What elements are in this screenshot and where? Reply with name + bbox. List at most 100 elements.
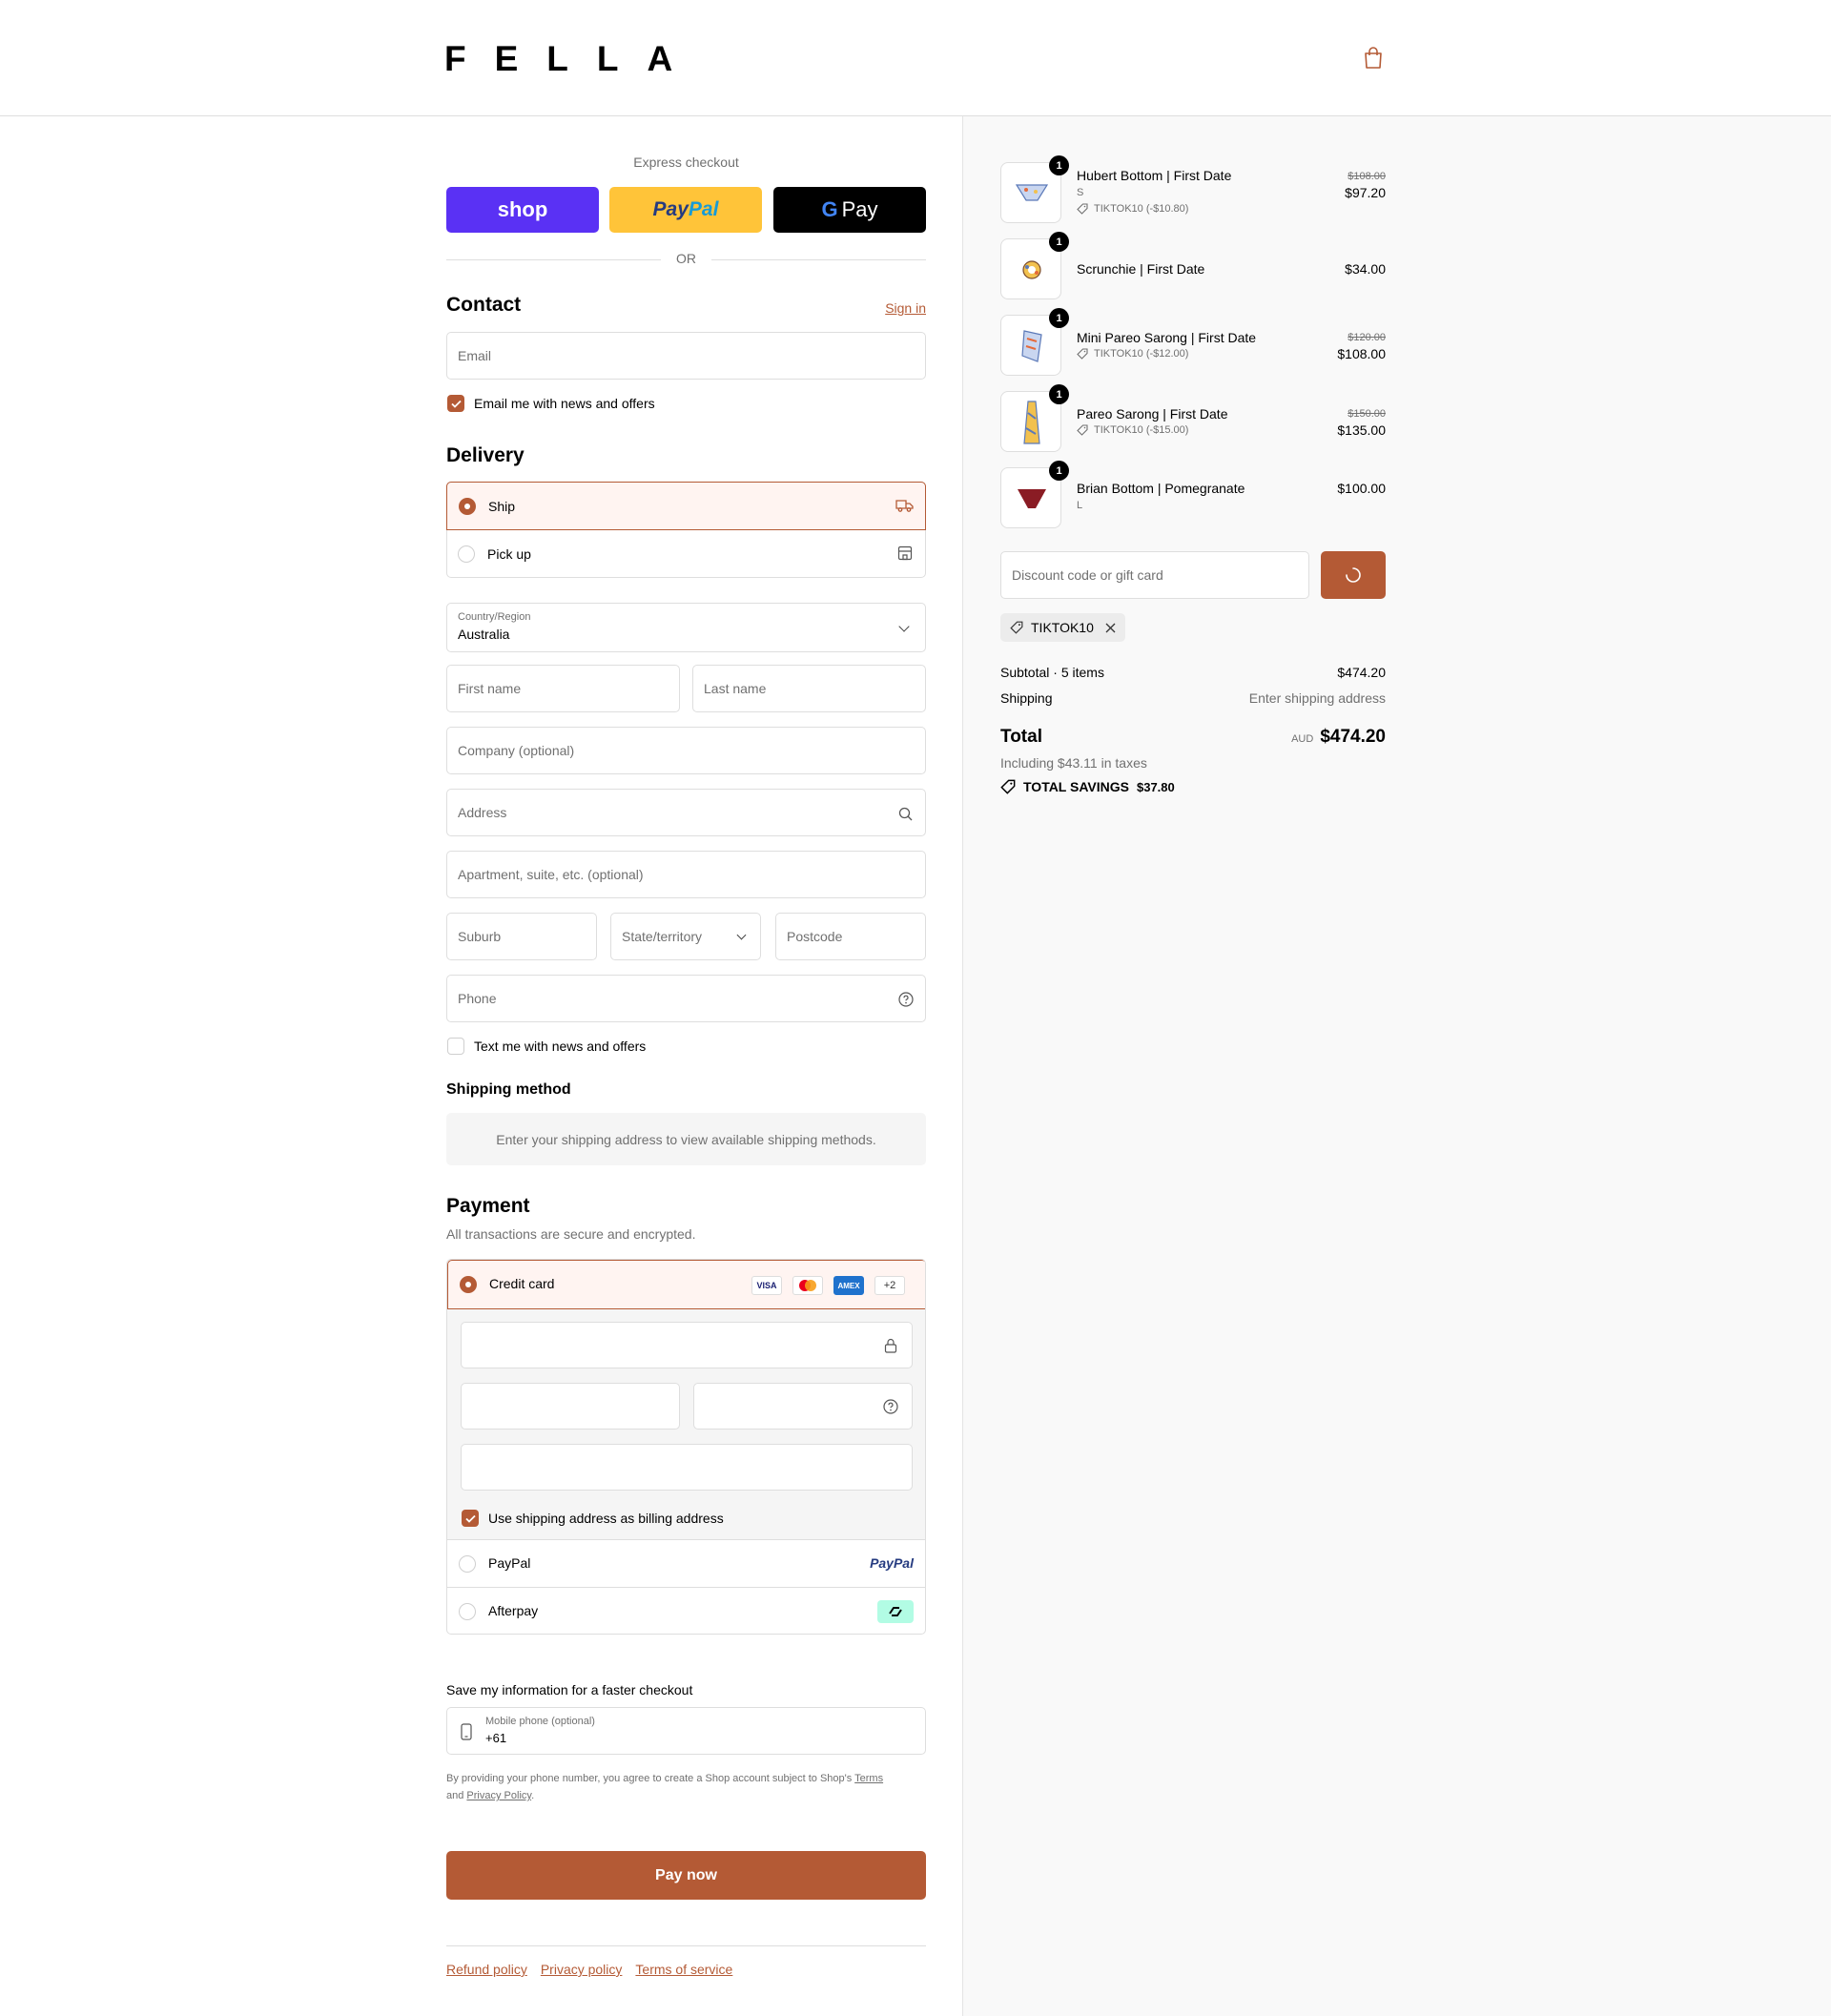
paypal-radio[interactable] [459,1555,476,1573]
apartment-field[interactable]: Apartment, suite, etc. (optional) [446,851,926,898]
payment-methods: Credit card VISA AMEX +2 Use shipping ad… [446,1259,926,1635]
savings-value: $37.80 [1136,779,1175,794]
truck-icon [895,500,914,512]
address-field[interactable]: Address [446,789,926,836]
pay-now-button[interactable]: Pay now [446,1851,926,1900]
tag-icon [1077,203,1088,215]
taxes-note: Including $43.11 in taxes [1000,755,1147,771]
item-name: Scrunchie | First Date [1077,261,1205,277]
shipping-label: Shipping [1000,690,1053,706]
contact-title: Contact [446,294,522,316]
first-name-field[interactable]: First name [446,665,680,712]
mastercard-circles [799,1280,816,1291]
postcode-placeholder: Postcode [787,929,843,944]
checkmark-icon [450,400,462,408]
email-field[interactable]: Email [446,332,926,380]
discount-code-field[interactable]: Discount code or gift card [1000,551,1309,599]
card-name-field[interactable] [461,1444,913,1491]
search-icon [898,807,913,821]
product-image-scrunchie [1022,260,1041,279]
billing-same-checkbox[interactable] [462,1510,479,1527]
checkmark-icon [464,1514,476,1523]
brand-logo[interactable]: FELLA [444,40,701,78]
mobile-phone-field[interactable]: Mobile phone (optional) +61 [446,1707,926,1755]
delivery-option-ship[interactable]: Ship [446,482,926,530]
country-label: Country/Region [458,611,531,623]
total-savings: TOTAL SAVINGS $37.80 [1000,779,1175,794]
item-price: $108.00 [1337,346,1386,361]
country-select[interactable]: Country/Region Australia [446,603,926,652]
remove-discount-icon[interactable] [1105,623,1116,633]
shop-terms-link[interactable]: Terms [854,1773,883,1784]
card-expiry-field[interactable] [461,1383,680,1430]
phone-field[interactable]: Phone [446,975,926,1022]
shopping-bag-icon[interactable] [1363,47,1384,70]
item-original-price: $108.00 [1348,171,1386,182]
store-icon [897,545,913,561]
ship-radio[interactable] [459,498,476,515]
applied-code-label: TIKTOK10 [1031,620,1094,635]
shop-pay-button[interactable]: shop [446,187,599,233]
item-original-price: $120.00 [1348,332,1386,343]
total-value: $474.20 [1320,727,1386,747]
company-field[interactable]: Company (optional) [446,727,926,774]
product-image-brian-bottom [1018,489,1046,508]
sign-in-link[interactable]: Sign in [885,300,926,316]
help-circle-icon[interactable] [883,1399,898,1414]
total-amount: AUD $474.20 [1291,727,1386,748]
pickup-radio[interactable] [458,545,475,563]
email-placeholder: Email [458,348,492,363]
currency-code: AUD [1291,733,1314,745]
paypal-option[interactable]: PayPal PayPal [447,1539,925,1587]
google-pay-button[interactable]: G Pay [773,187,926,233]
email-news-checkbox[interactable] [447,395,464,412]
order-summary: 1 Hubert Bottom | First Date S TIKTOK10 … [962,116,1831,2016]
cart-item: 1 Brian Bottom | Pomegranate L $100.00 [1000,461,1386,530]
item-price: $34.00 [1345,261,1386,277]
apply-discount-button[interactable] [1321,551,1386,599]
paypal-express-button[interactable]: Pay Pal [609,187,762,233]
save-info-title: Save my information for a faster checkou… [446,1682,693,1697]
card-cvv-field[interactable] [693,1383,913,1430]
afterpay-option[interactable]: Afterpay [447,1587,925,1634]
quantity-badge: 1 [1049,384,1069,404]
postcode-field[interactable]: Postcode [775,913,926,960]
item-price: $100.00 [1337,481,1386,496]
last-name-field[interactable]: Last name [692,665,926,712]
privacy-policy-link[interactable]: Privacy policy [541,1962,623,1977]
billing-same-label: Use shipping address as billing address [488,1511,724,1526]
product-thumbnail: 1 [1000,384,1069,452]
cart-item: 1 Hubert Bottom | First Date S TIKTOK10 … [1000,155,1386,225]
footer-links: Refund policy Privacy policy Terms of se… [446,1962,746,1977]
refund-policy-link[interactable]: Refund policy [446,1962,527,1977]
afterpay-radio[interactable] [459,1603,476,1620]
state-select[interactable]: State/territory [610,913,761,960]
paypal-express-label-2: Pal [688,198,719,220]
google-pay-label: Pay [841,197,878,221]
total-label: Total [1000,727,1042,747]
apartment-placeholder: Apartment, suite, etc. (optional) [458,867,644,882]
help-circle-icon[interactable] [898,992,914,1007]
product-image-pareo [1023,401,1040,444]
quantity-badge: 1 [1049,155,1069,175]
credit-card-option[interactable]: Credit card VISA AMEX +2 [447,1260,925,1309]
card-number-field[interactable] [461,1322,913,1368]
shipping-value: Enter shipping address [1248,690,1386,706]
suburb-field[interactable]: Suburb [446,913,597,960]
footer-divider [446,1945,926,1946]
terms-of-service-link[interactable]: Terms of service [635,1962,732,1977]
suburb-placeholder: Suburb [458,929,502,944]
quantity-badge: 1 [1049,461,1069,481]
text-news-checkbox[interactable] [447,1038,464,1055]
lock-icon [884,1338,897,1353]
item-price: $97.20 [1345,185,1386,200]
shop-pay-label: shop [497,197,548,221]
delivery-option-pickup[interactable]: Pick up [446,530,926,578]
quantity-badge: 1 [1049,308,1069,328]
tag-icon [1000,779,1016,794]
shop-privacy-link[interactable]: Privacy Policy [466,1790,531,1801]
item-variant: L [1077,500,1083,511]
product-image-sarong [1021,330,1042,362]
visa-label: VISA [756,1281,777,1290]
credit-card-radio[interactable] [460,1276,477,1293]
